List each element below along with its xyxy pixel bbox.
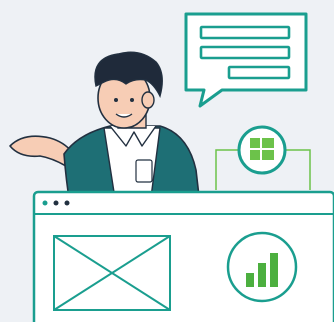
bar-chart-icon — [226, 231, 298, 303]
person-hand — [9, 135, 73, 167]
browser-dot-1 — [42, 200, 48, 206]
chart-bar-2 — [258, 263, 266, 287]
person-pocket — [135, 159, 153, 183]
chat-bubble-icon — [184, 12, 308, 108]
illustration-canvas — [9, 12, 334, 322]
person-ear — [141, 91, 155, 109]
illustration-stage — [0, 0, 334, 322]
person-eye-left — [114, 98, 118, 102]
chart-bar-3 — [270, 253, 278, 287]
windows-logo-icon — [237, 125, 287, 175]
browser-window — [32, 190, 334, 322]
image-placeholder-icon — [53, 235, 171, 311]
chart-bar-1 — [246, 273, 254, 287]
person-eye-right — [130, 98, 134, 102]
person — [9, 51, 201, 206]
browser-dot-3 — [64, 200, 70, 206]
browser-dot-2 — [53, 200, 59, 206]
